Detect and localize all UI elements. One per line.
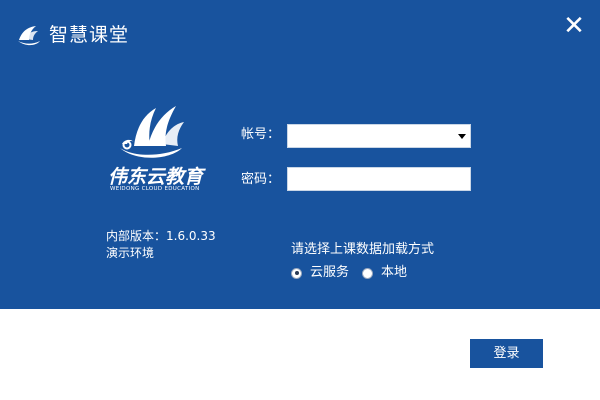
- radio-button-checked[interactable]: [291, 267, 302, 279]
- environment-line: 演示环境: [106, 246, 155, 260]
- brand-logo: 伟东云教育 WEIDONG CLOUD EDUCATION: [100, 100, 210, 195]
- password-label: 密码：: [241, 172, 281, 187]
- chevron-down-icon[interactable]: [458, 134, 466, 139]
- radio-cloud-service[interactable]: 云服务: [291, 264, 349, 282]
- title-bar: 智慧课堂 ✕: [0, 0, 600, 70]
- account-label: 帐号：: [241, 127, 281, 142]
- radio-label-local: 本地: [381, 265, 408, 280]
- login-panel: 智慧课堂 ✕ 伟东云教育 WEIDONG CLOUD EDUCATION 内部版…: [0, 0, 600, 309]
- version-info: 内部版本：1.6.0.33 演示环境: [106, 228, 216, 262]
- password-field[interactable]: [287, 167, 471, 191]
- brand-subtitle: WEIDONG CLOUD EDUCATION: [110, 186, 200, 192]
- account-dropdown[interactable]: [287, 124, 471, 148]
- load-mode-prompt: 请选择上课数据加载方式: [291, 242, 435, 257]
- radio-button-unchecked[interactable]: [362, 267, 373, 279]
- sail-logo-icon: [120, 106, 184, 158]
- radio-local[interactable]: 本地: [362, 264, 407, 282]
- app-title: 智慧课堂: [49, 24, 130, 46]
- brand-name: 伟东云教育: [108, 166, 204, 188]
- close-icon[interactable]: ✕: [560, 12, 588, 40]
- app-logo-icon: [18, 26, 40, 46]
- login-button[interactable]: 登录: [470, 339, 543, 368]
- radio-label-cloud: 云服务: [310, 265, 350, 280]
- version-line: 内部版本：1.6.0.33: [106, 229, 216, 243]
